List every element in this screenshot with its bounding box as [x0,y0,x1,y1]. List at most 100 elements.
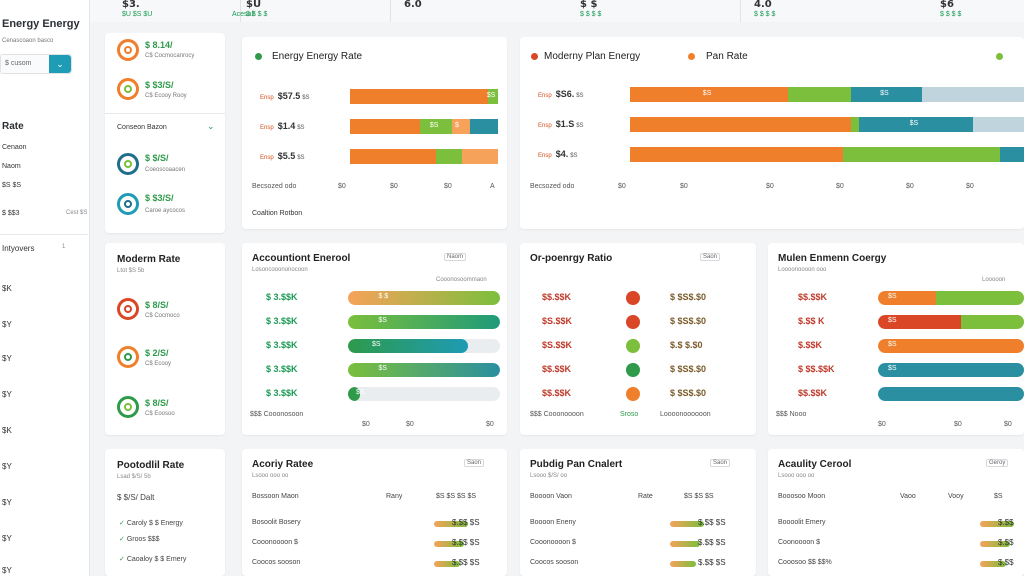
progress-label: $S [888,365,897,372]
divider [0,234,88,235]
table-row-label: Bosoolit Bosery [252,519,301,526]
row-value: $$.$$K [542,292,572,302]
legend-dot [531,53,538,60]
list-item: ✓ Groos $$$ [119,536,160,543]
period-badge[interactable]: Saon [700,253,721,261]
bar-segment-label: $S [880,90,889,97]
plan-select[interactable]: $ cusom ⌄ [0,54,72,74]
row-value: $$.$$K [542,388,572,398]
row-value: $ 3.$$K [266,364,298,374]
energy-rate-card: Energy Energy Rate Ensp $57.5 $S $S Ensp $1.4… [242,37,507,229]
row-value: $ 3.$$K [266,340,298,350]
row-value: $S.$$K [542,340,573,350]
row-label-small: Ensp [538,93,552,99]
progress-bar: $S [348,315,500,329]
progress-bar: $S [878,339,1024,353]
bar-segment [1000,147,1024,162]
row-label-small: Ensp [260,95,274,101]
period-badge[interactable]: Naom [444,253,467,261]
account-energy-card: Accountiont Enerool Losoncooononocoon Na… [242,243,507,435]
table-row-label: Coocos sooson [252,559,301,566]
row-value: $$.$$K [798,292,828,302]
bar-segment [842,147,1001,162]
sidebar-heading-rate: Rate [2,121,24,132]
progress-fill [348,363,500,377]
sidebar-list-item[interactable]: $K [2,284,12,293]
row-value: $ 3.$$K [266,316,298,326]
sidebar-subtitle: Cenascoaon basco [2,38,54,44]
table-row-value: $.$$ $S [698,518,726,527]
sidebar-list-item[interactable]: $Y [2,462,12,471]
plan-chart-card: Pubdig Pan Cnalert Lsooo $/S/ oo Saon Bo… [520,449,756,576]
period-badge[interactable]: Saon [710,459,731,467]
acuity-card: Acaulity Cerool Lsooo ooo oo Geroy Booos… [768,449,1024,576]
legend-dot [255,53,262,60]
bar-segment [972,117,1024,132]
row-label: Ensp $4. $S [538,149,582,159]
top-metric-6: 4.0 $ $ $ $ [754,0,776,18]
period-badge[interactable]: Geroy [986,459,1009,467]
sidebar-list-item[interactable]: $Y [2,354,12,363]
progress-label: $S [888,317,897,324]
modern-energy-card: Mulen Enmenn Coergy Loooonoooon ooo Looo… [768,243,1024,435]
period-dropdown[interactable]: Conseon Bazon [117,124,167,131]
chevron-down-icon[interactable]: ⌄ [49,55,71,73]
bar-segment [350,149,436,164]
row-value: $ $$.$$K [798,364,835,374]
bar-segment-label: $S [702,90,712,97]
row-value-right: $ $S$.$0 [670,292,707,302]
sidebar-list-item[interactable]: $Y [2,566,12,575]
row-value: $ 3.$$K [266,292,298,302]
table-row-label: Boooolit Emery [778,519,826,526]
bar-segment [630,117,851,132]
top-metrics-bar: $3. $U $S $U $U $ $ $ $ Acesalt 6.0 $ $ … [0,0,1024,22]
status-dot [626,291,640,305]
sidebar-row: $S $S [2,182,22,189]
period-badge[interactable]: Saon [464,459,485,467]
potential-rate-card: Pootodlil Rate Lsad $/S/ 5b $ $/S/ Dalt … [105,449,225,576]
ring-icon [117,193,139,215]
progress-bar: $S [348,363,500,377]
row-label-value: $1.S [555,119,575,129]
row-label: Ensp $1.4 $S [260,121,309,131]
bar-segment [469,119,498,134]
row-label: Ensp $5.5 $S [260,151,309,161]
table-row-label: Coonoooon $ [778,539,821,546]
row-value: $S.$$K [542,316,573,326]
progress-fill [878,339,1024,353]
status-dot [626,339,640,353]
list-item: ✓ Caroly $ $ Energy [119,520,183,527]
divider [740,0,741,22]
sidebar-list-item[interactable]: $K [2,426,12,435]
divider [390,0,391,22]
row-label-small: Ensp [260,125,274,131]
bar-segment [462,149,498,164]
progress-label: $S [378,317,387,324]
progress-bar: $ $ [348,291,500,305]
list-item: ✓ Caoaloy $ $ Emery [119,556,187,563]
progress-bar: $S [348,339,500,353]
row-value: $$.$$K [542,364,572,374]
progress-bar: $S [348,387,500,401]
sidebar-row: Cenaon [2,144,27,151]
icon-list-card: $ 8.14/ C$ Cocmocanrocy $ $3/S/ C$ Ecooy… [105,33,225,233]
progress-fill [936,291,1024,305]
chevron-down-icon[interactable]: ⌄ [207,121,215,132]
legend-dot [688,53,695,60]
row-label-unit: $S [302,95,310,101]
row-label-value: $S6. [555,89,575,99]
table-row-value: $.$$ $S [452,558,480,567]
row-value-right: $ $S$.$0 [670,316,707,326]
sidebar-list-item[interactable]: $Y [2,534,12,543]
ring-icon [117,39,139,61]
top-metric-7: $6 $ $ $ $ [940,0,962,18]
row-label: Ensp $1.S $S [538,119,588,129]
sidebar-list-item[interactable]: $Y [2,390,12,399]
ring-icon [117,346,139,368]
row-label-small: Ensp [260,155,274,161]
table-row-value: $.$$ $S [698,558,726,567]
sidebar-list-item[interactable]: $Y [2,320,12,329]
sidebar-list-item[interactable]: $Y [2,498,12,507]
row-label: Ensp $57.5 $S [260,91,314,101]
row-label-value: $5.5 [277,151,296,161]
